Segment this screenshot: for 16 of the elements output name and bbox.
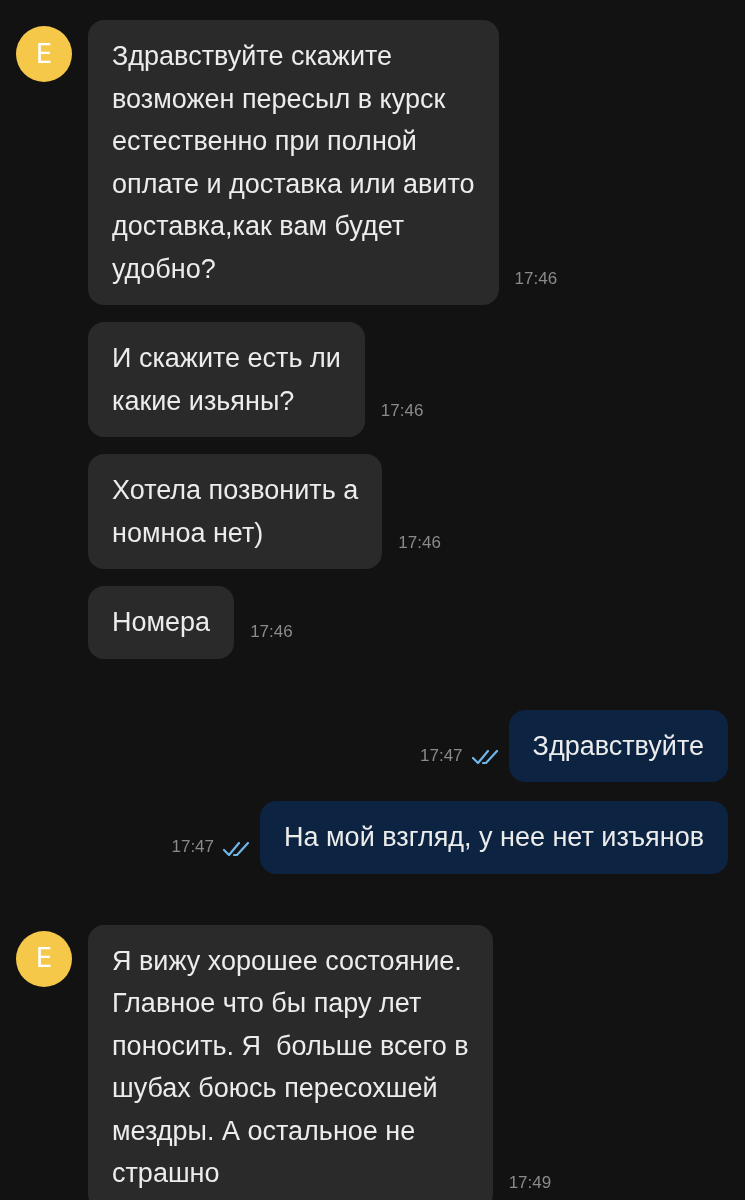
message-time: 17:46 (380, 399, 424, 422)
avatar: E (16, 26, 72, 82)
message-time: 17:47 (171, 836, 215, 858)
message-bubble: На мой взгляд, у нее нет изъянов (260, 801, 728, 874)
message-time: 17:46 (398, 531, 441, 554)
message-bubble: Здравствуйте (508, 709, 728, 782)
message-time: 17:49 (508, 1172, 552, 1194)
message-time: 17:46 (514, 267, 558, 290)
message-bubble: И скажите есть ли какие изьяны? (88, 322, 365, 437)
avatar: E (16, 930, 72, 987)
message-time: 17:46 (250, 621, 293, 643)
message-bubble: Здравствуйте скажите возможен пересыл в курск естественно при полной оплате и доставка или авито доставка,как вам будет удобно? (88, 20, 499, 305)
message-bubble: Хотела позвонить а номноа нет) (88, 454, 383, 569)
message-bubble: Я вижу хорошее состояние. Главное что бы пару лет поносить. Я больше всего в шубах боюсь пересохшей мездры. А остальное не страшно (88, 924, 493, 1200)
message-time: 17:47 (420, 744, 463, 767)
message-bubble: Номера (88, 586, 235, 659)
